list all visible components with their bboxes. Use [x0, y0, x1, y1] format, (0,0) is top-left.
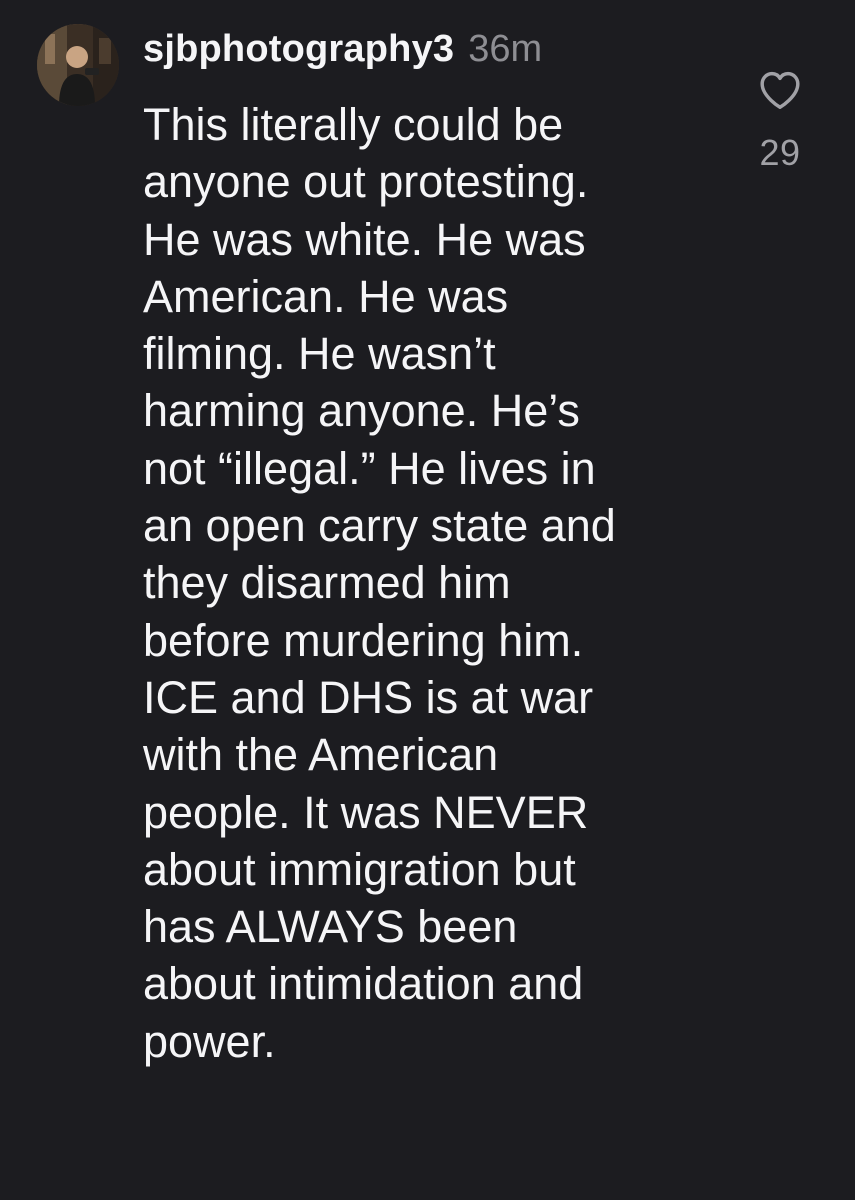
avatar-photo	[37, 24, 119, 106]
comment-text-line: filming. He wasn’t	[143, 328, 496, 380]
comment-text-line: American. He was	[143, 270, 509, 322]
comment-text-line: power.	[143, 1015, 276, 1067]
username-link[interactable]: sjbphotography3	[143, 28, 454, 71]
comment-text-line: with the American	[143, 729, 499, 781]
comment-timestamp: 36m	[468, 28, 543, 70]
comment-text-line: ICE and DHS is at war	[143, 671, 594, 723]
comment-text-line: about immigration but	[143, 843, 576, 895]
comment-text-line: before murdering him.	[143, 614, 584, 666]
heart-outline-icon[interactable]	[758, 70, 802, 110]
like-count: 29	[759, 132, 801, 173]
like-button[interactable]: 29	[740, 70, 820, 174]
comment-text: This literally could be anyone out prote…	[143, 96, 703, 1070]
comment-header: sjbphotography3 36m	[143, 28, 542, 80]
comment-item: sjbphotography3 36m This literally could…	[0, 0, 855, 1200]
comment-text-line: He was white. He was	[143, 213, 586, 265]
comment-text-line: harming anyone. He’s	[143, 385, 580, 437]
comment-text-line: not “illegal.” He lives in	[143, 442, 596, 494]
avatar[interactable]	[37, 24, 119, 106]
comment-text-line: an open carry state and	[143, 500, 616, 552]
comment-text-line: people. It was NEVER	[143, 786, 589, 838]
comment-text-line: they disarmed him	[143, 557, 511, 609]
comment-text-line: has ALWAYS been	[143, 901, 518, 953]
comment-text-line: This literally could be	[143, 99, 564, 150]
comment-text-line: about intimidation and	[143, 958, 584, 1010]
comment-text-line: anyone out protesting.	[143, 156, 589, 208]
